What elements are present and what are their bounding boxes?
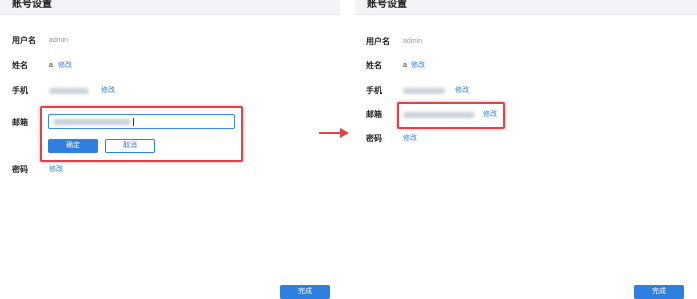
right-arrow-icon bbox=[319, 128, 349, 138]
left-phone-edit-link[interactable]: 修改 bbox=[101, 86, 115, 96]
left-password-label: 密码 bbox=[12, 165, 28, 174]
right-email-label: 邮箱 bbox=[366, 110, 382, 119]
left-username-label: 用户名 bbox=[12, 36, 36, 45]
left-done-button[interactable]: 完成 bbox=[280, 285, 330, 299]
right-panel-header: 账号设置 bbox=[355, 0, 697, 15]
right-page-title: 账号设置 bbox=[367, 0, 407, 10]
left-name-edit-link[interactable]: 修改 bbox=[58, 61, 72, 71]
right-name-label: 姓名 bbox=[366, 61, 382, 70]
left-name-label: 姓名 bbox=[12, 61, 28, 70]
left-name-value: a bbox=[49, 62, 53, 69]
left-settings-panel: 账号设置 用户名 admin 姓名 a 修改 手机 修改 邮箱 确定 取消 密码… bbox=[0, 0, 340, 299]
right-phone-edit-link[interactable]: 修改 bbox=[455, 86, 469, 96]
right-password-edit-link[interactable]: 修改 bbox=[403, 134, 417, 144]
left-email-label: 邮箱 bbox=[12, 118, 28, 127]
left-password-edit-link[interactable]: 修改 bbox=[49, 165, 63, 175]
right-phone-label: 手机 bbox=[366, 86, 382, 95]
cancel-button[interactable]: 取消 bbox=[105, 139, 155, 153]
right-password-label: 密码 bbox=[366, 134, 382, 143]
text-caret bbox=[133, 118, 134, 126]
right-done-button[interactable]: 完成 bbox=[634, 285, 684, 299]
left-page-title: 账号设置 bbox=[12, 0, 52, 10]
right-email-value-blurred bbox=[403, 112, 475, 118]
left-phone-value-blurred bbox=[49, 88, 89, 94]
right-username-value: admin bbox=[403, 38, 423, 45]
right-phone-value-blurred bbox=[403, 88, 445, 94]
right-name-value: a bbox=[403, 62, 407, 69]
right-username-label: 用户名 bbox=[366, 37, 390, 46]
right-settings-panel: 账号设置 用户名 admin 姓名 a 修改 手机 修改 邮箱 修改 密码 修改… bbox=[355, 0, 697, 299]
left-phone-label: 手机 bbox=[12, 86, 28, 95]
confirm-button[interactable]: 确定 bbox=[48, 139, 98, 153]
email-input-value-blurred bbox=[53, 119, 131, 125]
right-name-edit-link[interactable]: 修改 bbox=[411, 61, 425, 71]
left-username-value: admin bbox=[49, 37, 69, 44]
email-input[interactable] bbox=[48, 114, 235, 129]
right-email-edit-link[interactable]: 修改 bbox=[483, 110, 497, 120]
left-panel-header: 账号设置 bbox=[0, 0, 340, 15]
